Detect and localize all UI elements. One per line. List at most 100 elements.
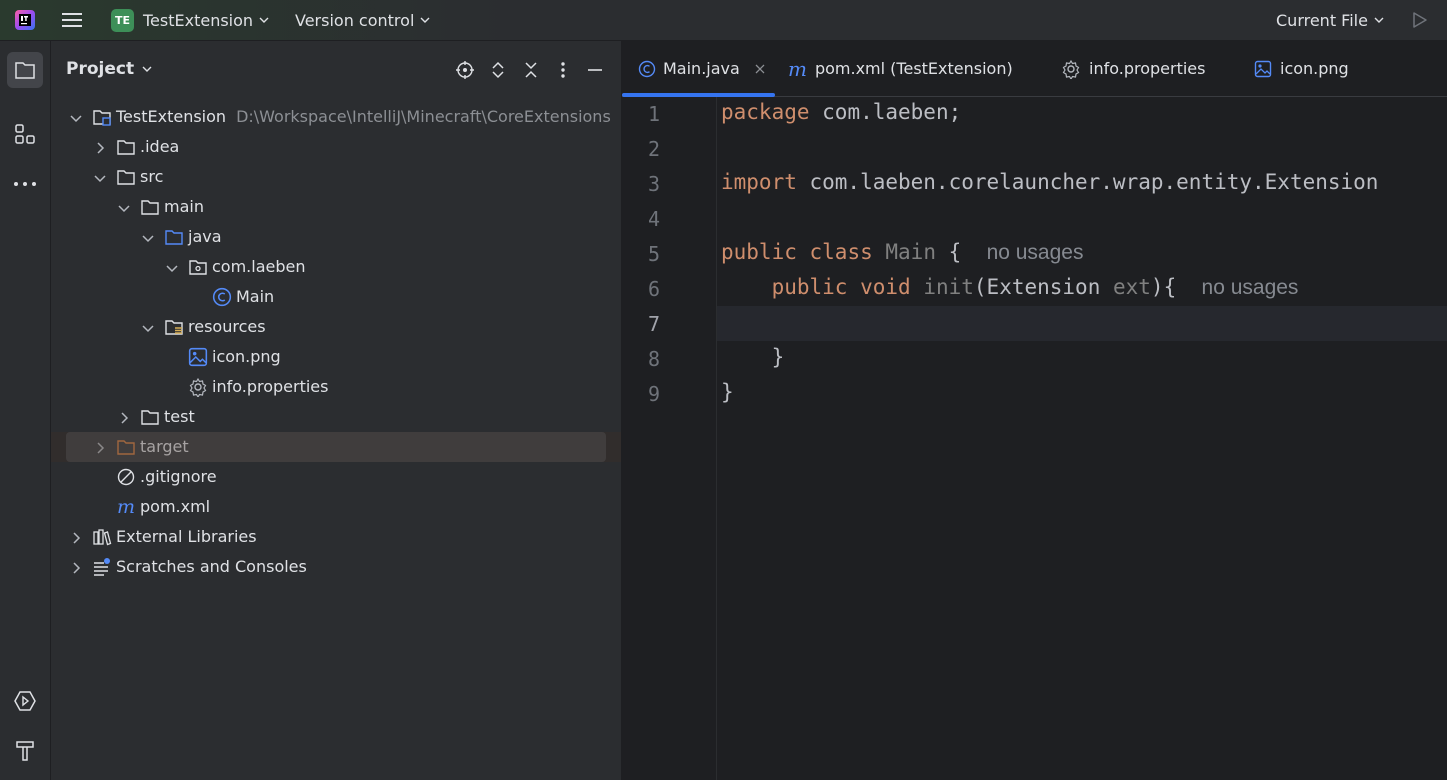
tab-main-java[interactable]: Main.java bbox=[622, 41, 775, 97]
parameter-name: ext bbox=[1112, 275, 1151, 299]
code-text: ){ bbox=[1150, 275, 1177, 299]
inlay-hint-usages[interactable]: no usages bbox=[1202, 276, 1299, 299]
chevron-right-icon[interactable] bbox=[93, 140, 107, 154]
project-selector[interactable]: TE TestExtension bbox=[111, 0, 269, 40]
tree-item[interactable]: icon.png bbox=[51, 342, 621, 372]
keyword: void bbox=[860, 275, 911, 299]
tree-item-name: .idea bbox=[140, 137, 180, 156]
keyword: public bbox=[721, 240, 797, 264]
tree-item-name: Main bbox=[236, 287, 275, 306]
tree-item[interactable]: com.laeben bbox=[51, 252, 621, 282]
code-line-6[interactable]: public void init(Extension ext){ no usag… bbox=[721, 275, 1299, 300]
code-line-5[interactable]: public class Main { no usages bbox=[721, 240, 1083, 265]
tree-item[interactable]: info.properties bbox=[51, 372, 621, 402]
options-menu-icon[interactable] bbox=[553, 60, 573, 80]
project-name: TestExtension bbox=[143, 10, 254, 30]
structure-tool-icon[interactable] bbox=[7, 116, 43, 152]
chevron-down-icon[interactable] bbox=[117, 200, 131, 214]
panel-title: Project bbox=[66, 59, 135, 79]
line-number: 6 bbox=[647, 277, 660, 301]
line-number: 3 bbox=[647, 172, 660, 196]
tree-item[interactable]: .idea bbox=[51, 132, 621, 162]
tree-item[interactable]: Main bbox=[51, 282, 621, 312]
project-panel-header: Project bbox=[51, 41, 621, 99]
main-menu-icon[interactable] bbox=[60, 0, 86, 40]
editor-tabs: Main.java m pom.xml (TestExtension) info… bbox=[622, 41, 1447, 97]
tree-item[interactable]: m pom.xml bbox=[51, 492, 621, 522]
build-tool-icon[interactable] bbox=[7, 733, 43, 769]
gitignore-icon bbox=[116, 467, 136, 487]
code-line-1[interactable]: package com.laeben; bbox=[721, 100, 961, 124]
tree-item-label: com.laeben bbox=[212, 257, 306, 276]
tree-item[interactable]: main bbox=[51, 192, 621, 222]
vcs-selector[interactable]: Version control bbox=[295, 0, 430, 40]
project-tool-icon[interactable] bbox=[7, 52, 43, 88]
code-text: (Extension bbox=[973, 275, 1113, 299]
chevron-down-icon[interactable] bbox=[165, 260, 179, 274]
tab-info-properties[interactable]: info.properties bbox=[1061, 41, 1205, 96]
tree-item-name: test bbox=[164, 407, 195, 426]
intellij-logo-icon[interactable] bbox=[14, 9, 36, 31]
tab-label: Main.java bbox=[663, 59, 740, 78]
line-number-current: 7 bbox=[647, 312, 660, 336]
hide-panel-icon[interactable] bbox=[585, 60, 605, 80]
tree-item-label: External Libraries bbox=[116, 527, 257, 546]
chevron-down-icon[interactable] bbox=[93, 170, 107, 184]
tree-item[interactable]: Scratches and Consoles bbox=[51, 552, 621, 582]
chevron-down-icon bbox=[259, 17, 269, 23]
chevron-down-icon[interactable] bbox=[69, 110, 83, 124]
keyword: public bbox=[771, 275, 848, 299]
left-tool-window-bar bbox=[0, 41, 51, 780]
tree-item-name: java bbox=[188, 227, 222, 246]
chevron-down-icon bbox=[1374, 17, 1384, 23]
chevron-down-icon bbox=[420, 17, 430, 23]
inlay-hint-usages[interactable]: no usages bbox=[987, 241, 1084, 264]
tab-pom-xml[interactable]: m pom.xml (TestExtension) bbox=[788, 41, 1013, 96]
image-file-icon bbox=[188, 347, 208, 367]
services-tool-icon[interactable] bbox=[7, 683, 43, 719]
selection-highlight bbox=[51, 432, 621, 462]
tree-item[interactable]: TestExtension D:\Workspace\IntelliJ\Minec… bbox=[51, 102, 621, 132]
tree-item-label: Main bbox=[236, 287, 274, 306]
code-line-8[interactable]: } bbox=[721, 345, 785, 369]
run-config-label: Current File bbox=[1276, 10, 1368, 30]
code-line-3[interactable]: import com.laeben.corelauncher.wrap.enti… bbox=[721, 170, 1378, 194]
chevron-down-icon[interactable] bbox=[141, 320, 155, 334]
chevron-down-icon[interactable] bbox=[141, 230, 155, 244]
expand-all-icon[interactable] bbox=[488, 60, 508, 80]
close-icon[interactable] bbox=[754, 63, 766, 75]
tree-item[interactable]: External Libraries bbox=[51, 522, 621, 552]
keyword: import bbox=[721, 170, 797, 194]
tab-label: icon.png bbox=[1280, 59, 1349, 78]
maven-icon: m bbox=[788, 56, 807, 81]
class-name: Main bbox=[885, 240, 936, 264]
locate-file-icon[interactable] bbox=[455, 60, 475, 80]
tree-item[interactable]: resources bbox=[51, 312, 621, 342]
tab-icon-png[interactable]: icon.png bbox=[1254, 41, 1349, 96]
tree-item-label: resources bbox=[188, 317, 266, 336]
code-text: { bbox=[935, 240, 962, 264]
tree-item[interactable]: src bbox=[51, 162, 621, 192]
project-view-selector[interactable]: Project bbox=[66, 59, 152, 79]
tree-item[interactable]: test bbox=[51, 402, 621, 432]
tree-item[interactable]: .gitignore bbox=[51, 462, 621, 492]
package-icon bbox=[188, 257, 208, 277]
chevron-right-icon[interactable] bbox=[69, 560, 83, 574]
folder-icon bbox=[140, 197, 160, 217]
tree-item[interactable]: java bbox=[51, 222, 621, 252]
code-text: } bbox=[771, 345, 785, 369]
properties-file-icon bbox=[1062, 59, 1080, 79]
editor-area: Main.java m pom.xml (TestExtension) info… bbox=[622, 41, 1447, 780]
line-number: 5 bbox=[647, 242, 660, 266]
code-line-9[interactable]: } bbox=[721, 380, 734, 404]
more-tools-icon[interactable] bbox=[7, 166, 43, 202]
chevron-right-icon[interactable] bbox=[117, 410, 131, 424]
chevron-right-icon[interactable] bbox=[69, 530, 83, 544]
collapse-all-icon[interactable] bbox=[521, 60, 541, 80]
run-icon[interactable] bbox=[1410, 0, 1430, 40]
tree-item-name: .gitignore bbox=[140, 467, 217, 486]
run-config-selector[interactable]: Current File bbox=[1276, 0, 1384, 40]
project-panel: Project TestExtension D:\Workspace\Intell… bbox=[51, 41, 622, 780]
tab-label: pom.xml (TestExtension) bbox=[814, 59, 1013, 78]
keyword: package bbox=[721, 100, 810, 124]
